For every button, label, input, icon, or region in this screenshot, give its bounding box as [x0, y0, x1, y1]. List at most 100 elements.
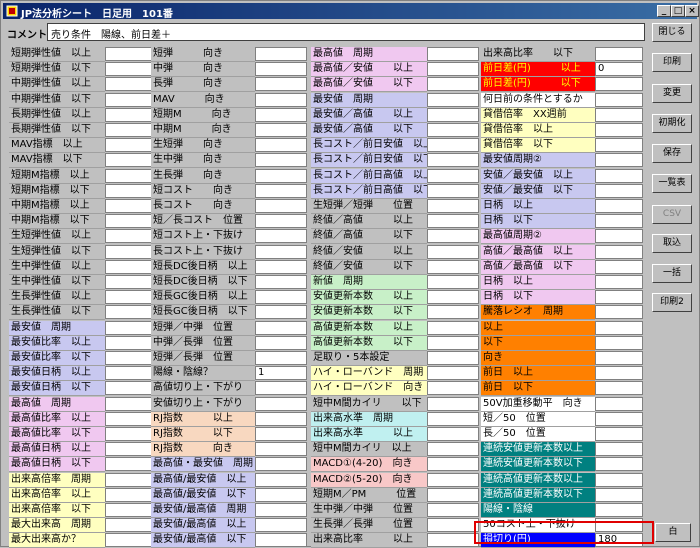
condition-input[interactable] [595, 366, 643, 380]
condition-input[interactable]: 1 [255, 366, 307, 380]
import-button[interactable]: 取込 [652, 234, 692, 253]
condition-input[interactable] [595, 488, 643, 502]
condition-input[interactable] [255, 488, 307, 502]
condition-input[interactable] [427, 366, 479, 380]
condition-input[interactable] [255, 138, 307, 152]
condition-input[interactable] [255, 229, 307, 243]
condition-input[interactable] [595, 336, 643, 350]
condition-input[interactable] [105, 321, 153, 335]
condition-input[interactable] [105, 366, 153, 380]
condition-input[interactable] [595, 305, 643, 319]
condition-input[interactable] [595, 260, 643, 274]
condition-input[interactable] [427, 442, 479, 456]
condition-input[interactable] [105, 275, 153, 289]
condition-input[interactable] [427, 473, 479, 487]
condition-input[interactable] [595, 290, 643, 304]
save-button[interactable]: 保存 [652, 144, 692, 163]
condition-input[interactable] [427, 184, 479, 198]
condition-input[interactable] [105, 397, 153, 411]
condition-input[interactable] [105, 108, 153, 122]
condition-input[interactable] [255, 442, 307, 456]
condition-input[interactable] [595, 169, 643, 183]
condition-input[interactable] [255, 503, 307, 517]
condition-input[interactable] [255, 275, 307, 289]
condition-input[interactable] [255, 47, 307, 61]
condition-input[interactable] [255, 397, 307, 411]
condition-input[interactable] [105, 184, 153, 198]
condition-input[interactable] [105, 62, 153, 76]
condition-input[interactable] [105, 123, 153, 137]
condition-input[interactable] [595, 123, 643, 137]
condition-input[interactable] [105, 290, 153, 304]
condition-input[interactable] [255, 93, 307, 107]
change-button[interactable]: 変更 [652, 84, 692, 103]
condition-input[interactable] [427, 260, 479, 274]
condition-input[interactable] [255, 290, 307, 304]
comment-input[interactable]: 売り条件 陽線、前日差＋ [47, 23, 645, 41]
condition-input[interactable] [105, 473, 153, 487]
condition-input[interactable] [595, 457, 643, 471]
condition-input[interactable] [105, 488, 153, 502]
condition-input[interactable] [427, 290, 479, 304]
condition-input[interactable] [427, 108, 479, 122]
condition-input[interactable] [427, 503, 479, 517]
close-icon[interactable]: × [685, 5, 699, 17]
condition-input[interactable] [105, 381, 153, 395]
minimize-icon[interactable]: _ [657, 5, 671, 17]
condition-input[interactable] [255, 199, 307, 213]
condition-input[interactable] [427, 275, 479, 289]
condition-input[interactable] [595, 153, 643, 167]
condition-input[interactable] [427, 123, 479, 137]
condition-input[interactable] [427, 229, 479, 243]
condition-input[interactable] [105, 442, 153, 456]
condition-input[interactable] [105, 305, 153, 319]
condition-input[interactable] [255, 351, 307, 365]
csv-button[interactable]: CSV [652, 205, 692, 224]
condition-input[interactable] [427, 381, 479, 395]
condition-input[interactable] [255, 77, 307, 91]
condition-input[interactable] [255, 305, 307, 319]
condition-input[interactable] [427, 245, 479, 259]
condition-input[interactable] [427, 351, 479, 365]
condition-input[interactable] [105, 47, 153, 61]
condition-input[interactable] [427, 47, 479, 61]
condition-input[interactable] [255, 473, 307, 487]
condition-input[interactable] [105, 229, 153, 243]
list-button[interactable]: 一覧表 [652, 174, 692, 193]
reset-button[interactable]: 初期化 [652, 114, 692, 133]
condition-input[interactable] [105, 138, 153, 152]
title-bar[interactable]: JP法分析シート 日足用 101番 _ □ × [3, 3, 699, 20]
condition-input[interactable] [105, 457, 153, 471]
condition-input[interactable] [105, 336, 153, 350]
condition-input[interactable] [255, 153, 307, 167]
condition-input[interactable] [427, 397, 479, 411]
condition-input[interactable] [255, 245, 307, 259]
condition-input[interactable] [595, 351, 643, 365]
maximize-icon[interactable]: □ [671, 5, 685, 17]
condition-input[interactable] [105, 412, 153, 426]
condition-input[interactable] [105, 518, 153, 532]
condition-input[interactable] [427, 169, 479, 183]
condition-input[interactable] [105, 93, 153, 107]
condition-input[interactable] [427, 199, 479, 213]
print-button[interactable]: 印刷 [652, 53, 692, 72]
condition-input[interactable] [255, 260, 307, 274]
condition-input[interactable] [255, 214, 307, 228]
condition-input[interactable] [255, 62, 307, 76]
condition-input[interactable] [595, 184, 643, 198]
condition-input[interactable] [595, 93, 643, 107]
batch-button[interactable]: 一括 [652, 264, 692, 283]
condition-input[interactable] [595, 199, 643, 213]
condition-input[interactable] [255, 123, 307, 137]
condition-input[interactable] [595, 473, 643, 487]
condition-input[interactable] [427, 138, 479, 152]
condition-input[interactable] [105, 533, 153, 547]
condition-input[interactable] [595, 321, 643, 335]
condition-input[interactable] [595, 427, 643, 441]
condition-input[interactable] [255, 321, 307, 335]
condition-input[interactable] [105, 260, 153, 274]
condition-input[interactable] [427, 427, 479, 441]
condition-input[interactable] [427, 533, 479, 547]
condition-input[interactable] [255, 381, 307, 395]
condition-input[interactable] [105, 77, 153, 91]
